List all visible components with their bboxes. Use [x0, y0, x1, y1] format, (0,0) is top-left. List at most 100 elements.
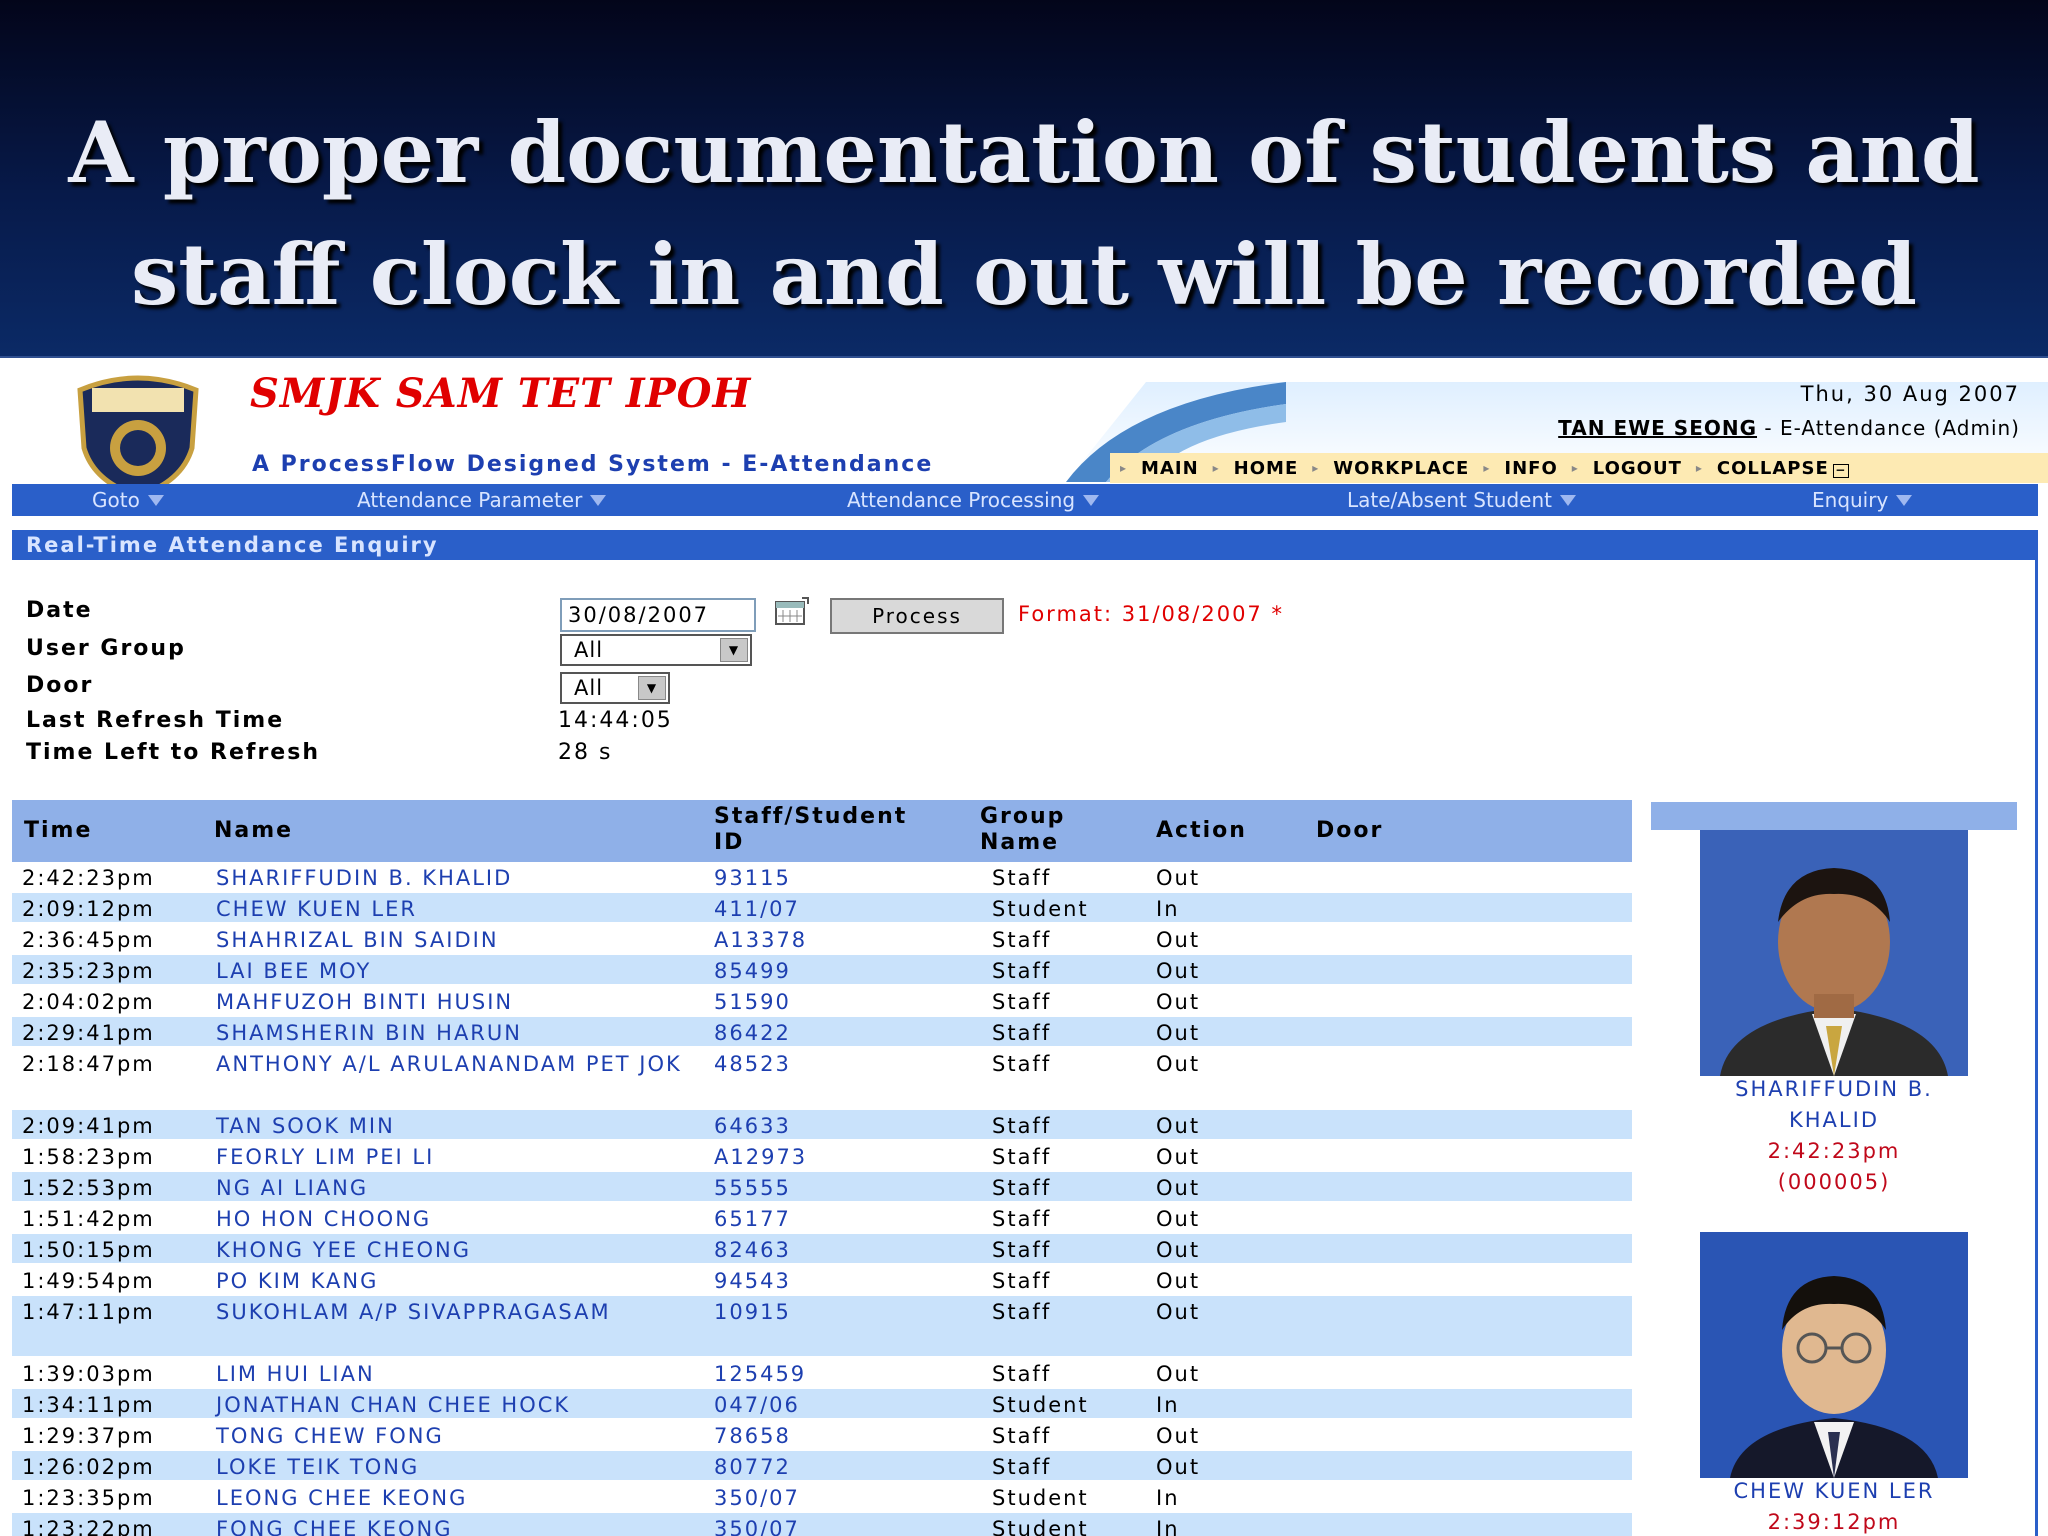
cell-name-link[interactable]: SHAHRIZAL BIN SAIDIN	[216, 926, 706, 954]
cell-name-link[interactable]: CHEW KUEN LER	[216, 895, 706, 923]
nav-main[interactable]: MAIN	[1141, 458, 1199, 479]
cell-group: Staff	[992, 928, 1052, 952]
cell-id-link[interactable]: 80772	[714, 1453, 791, 1481]
header-group-line-1: Group	[980, 804, 1066, 829]
cell-name-link[interactable]: PO KIM KANG	[216, 1267, 706, 1295]
cell-group: Staff	[992, 1145, 1052, 1169]
cell-time: 1:47:11pm	[22, 1300, 155, 1324]
cell-name-link[interactable]: NG AI LIANG	[216, 1174, 706, 1202]
cell-name-link[interactable]: SHAMSHERIN BIN HARUN	[216, 1019, 706, 1047]
menu-late-absent-student-label: Late/Absent Student	[1347, 488, 1552, 512]
cell-name-link[interactable]: SUKOHLAM A/P SIVAPPRAGASAM	[216, 1298, 706, 1326]
nav-home[interactable]: HOME	[1234, 458, 1299, 479]
cell-id-link[interactable]: 350/07	[714, 1484, 800, 1512]
menu-goto[interactable]: Goto	[92, 488, 164, 512]
menu-attendance-parameter[interactable]: Attendance Parameter	[357, 488, 607, 512]
staff-photo-image	[1700, 830, 1968, 1076]
nav-workplace[interactable]: WORKPLACE	[1333, 458, 1469, 479]
cell-name-link[interactable]: HO HON CHOONG	[216, 1205, 706, 1233]
cell-id-link[interactable]: 93115	[714, 864, 791, 892]
dropdown-triangle-icon	[1560, 494, 1576, 506]
cell-time: 1:34:11pm	[22, 1393, 155, 1417]
nav-logout[interactable]: LOGOUT	[1593, 458, 1682, 479]
cell-id-link[interactable]: A13378	[714, 926, 807, 954]
cell-name-link[interactable]: LOKE TEIK TONG	[216, 1453, 706, 1481]
cell-name-link[interactable]: FEORLY LIM PEI LI	[216, 1143, 706, 1171]
cell-name-link[interactable]: MAHFUZOH BINTI HUSIN	[216, 988, 706, 1016]
cell-id-link[interactable]: 350/07	[714, 1515, 800, 1536]
menu-attendance-processing[interactable]: Attendance Processing	[847, 488, 1100, 512]
cell-time: 1:58:23pm	[22, 1145, 155, 1169]
header-action: Action	[1156, 818, 1247, 843]
user-info: TAN EWE SEONG - E-Attendance (Admin)	[1558, 416, 2020, 440]
cell-name-link[interactable]: LAI BEE MOY	[216, 957, 706, 985]
header-name: Name	[214, 818, 294, 843]
cell-id-link[interactable]: 78658	[714, 1422, 791, 1450]
cell-id-link[interactable]: 411/07	[714, 895, 800, 923]
cell-group: Staff	[992, 1021, 1052, 1045]
cell-group: Staff	[992, 990, 1052, 1014]
school-crest-logo	[77, 375, 199, 499]
user-name-link[interactable]: TAN EWE SEONG	[1558, 416, 1757, 440]
cell-time: 1:39:03pm	[22, 1362, 155, 1386]
date-field[interactable]	[560, 598, 756, 632]
cell-action: Out	[1156, 1424, 1201, 1448]
cell-id-link[interactable]: 82463	[714, 1236, 791, 1264]
cell-id-link[interactable]: 86422	[714, 1019, 791, 1047]
cell-name-link[interactable]: JONATHAN CHAN CHEE HOCK	[216, 1391, 706, 1419]
slide-title-line-2: staff clock in and out will be recorded	[131, 225, 1917, 324]
cell-action: Out	[1156, 1021, 1201, 1045]
nav-collapse[interactable]: COLLAPSE −	[1717, 458, 1849, 479]
cell-group: Staff	[992, 1269, 1052, 1293]
cell-group: Student	[992, 1393, 1089, 1417]
cell-name-link[interactable]: FONG CHEE KEONG	[216, 1515, 706, 1536]
table-row: 2:18:47pm ANTHONY A/L ARULANANDAM PET JOK…	[12, 1048, 1632, 1110]
nav-separator-icon: ▸	[1120, 461, 1128, 475]
current-date: Thu, 30 Aug 2007	[1800, 382, 2020, 406]
table-row: 1:23:35pm LEONG CHEE KEONG 350/07 Student In	[12, 1482, 1632, 1513]
cell-id-link[interactable]: 55555	[714, 1174, 791, 1202]
header-id: Staff/Student ID	[714, 804, 907, 856]
cell-id-link[interactable]: 125459	[714, 1360, 806, 1388]
cell-id-link[interactable]: 48523	[714, 1050, 791, 1078]
time-left-label: Time Left to Refresh	[26, 740, 320, 765]
cell-group: Staff	[992, 1052, 1052, 1076]
nav-info[interactable]: INFO	[1504, 458, 1557, 479]
cell-id-link[interactable]: 64633	[714, 1112, 791, 1140]
cell-name-link[interactable]: LEONG CHEE KEONG	[216, 1484, 706, 1512]
cell-group: Staff	[992, 1362, 1052, 1386]
door-select[interactable]: All ▼	[560, 672, 670, 704]
cell-time: 2:42:23pm	[22, 866, 155, 890]
cell-name-link[interactable]: TONG CHEW FONG	[216, 1422, 706, 1450]
cell-name-link[interactable]: LIM HUI LIAN	[216, 1360, 706, 1388]
cell-id-link[interactable]: 85499	[714, 957, 791, 985]
cell-name-link[interactable]: ANTHONY A/L ARULANANDAM PET JOK	[216, 1050, 706, 1078]
cell-id-link[interactable]: A12973	[714, 1143, 807, 1171]
table-row: 1:52:53pm NG AI LIANG 55555 Staff Out	[12, 1172, 1632, 1203]
cell-name-link[interactable]: SHARIFFUDIN B. KHALID	[216, 864, 706, 892]
student-card-time: 2:39:12pm	[1767, 1510, 1901, 1534]
user-group-select[interactable]: All ▼	[560, 634, 752, 666]
dropdown-triangle-icon	[1083, 494, 1100, 506]
cell-action: Out	[1156, 866, 1201, 890]
cell-action: Out	[1156, 1114, 1201, 1138]
attendance-table-body: 2:42:23pm SHARIFFUDIN B. KHALID 93115 Staff…	[12, 862, 1632, 1536]
cell-action: Out	[1156, 1176, 1201, 1200]
staff-photo-caption: SHARIFFUDIN B. KHALID 2:42:23pm (000005)	[1651, 1074, 2017, 1198]
menu-late-absent-student[interactable]: Late/Absent Student	[1347, 488, 1576, 512]
cell-id-link[interactable]: 65177	[714, 1205, 791, 1233]
cell-action: In	[1156, 1517, 1180, 1536]
calendar-icon[interactable]	[774, 596, 810, 626]
student-photo-image	[1700, 1232, 1968, 1478]
menu-enquiry[interactable]: Enquiry	[1812, 488, 1913, 512]
cell-id-link[interactable]: 51590	[714, 988, 791, 1016]
cell-id-link[interactable]: 047/06	[714, 1391, 800, 1419]
cell-name-link[interactable]: TAN SOOK MIN	[216, 1112, 706, 1140]
cell-name-link[interactable]: KHONG YEE CHEONG	[216, 1236, 706, 1264]
process-button[interactable]: Process	[830, 598, 1004, 634]
user-group-label: User Group	[26, 636, 186, 661]
cell-id-link[interactable]: 10915	[714, 1298, 791, 1326]
cell-id-link[interactable]: 94543	[714, 1267, 791, 1295]
menu-attendance-parameter-label: Attendance Parameter	[357, 488, 583, 512]
collapse-icon: −	[1832, 463, 1849, 478]
